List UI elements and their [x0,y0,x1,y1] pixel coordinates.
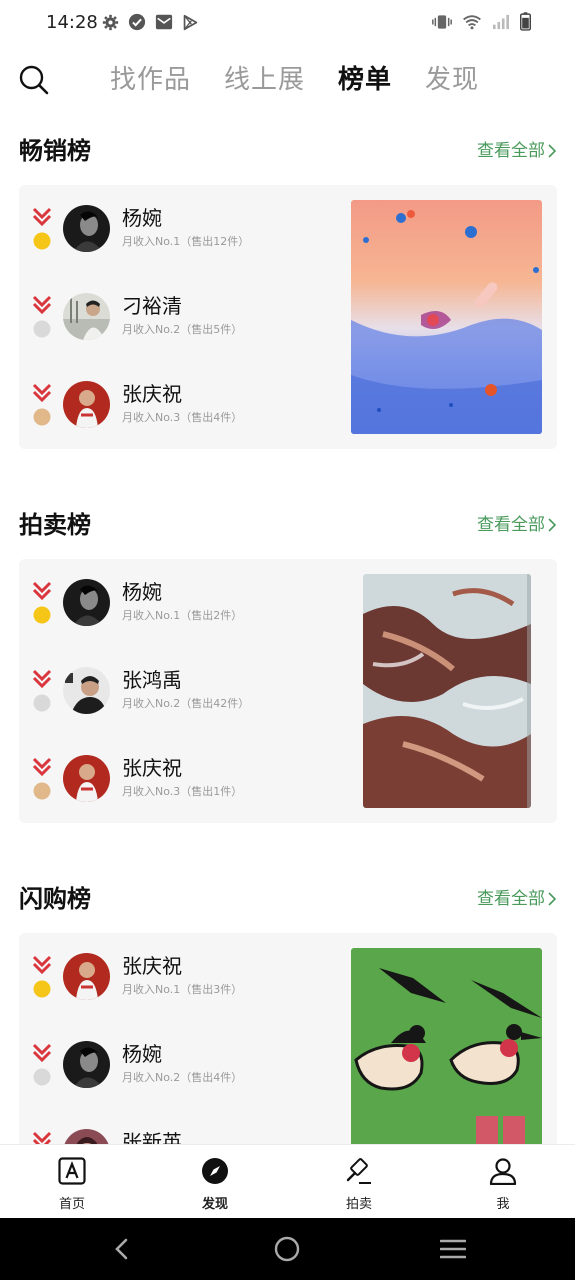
menu-icon[interactable] [440,1237,466,1261]
search-icon[interactable] [18,64,50,96]
artist-name: 刁裕清 [122,294,182,318]
tab-bar: 找作品 线上展 榜单 发现 [110,60,479,100]
section-title: 闪购榜 [19,885,91,913]
view-all-link[interactable]: 查看全部 [477,886,557,912]
section-title: 畅销榜 [19,137,91,165]
rank-row[interactable]: 张鸿禹 月收入No.2（售出42件） [19,663,349,719]
ranking-card[interactable]: 杨婉 月收入No.1（售出12件） 刁裕清 月收入No.2（售出5件） 张庆祝 … [19,185,557,449]
chevron-right-icon [548,892,557,906]
artist-name: 杨婉 [122,580,162,604]
artist-name: 张庆祝 [122,954,182,978]
gavel-icon [346,1158,371,1184]
artist-name: 杨婉 [122,1042,162,1066]
avatar [63,953,110,1000]
artist-stats: 月收入No.1（售出3件） [122,983,243,996]
avatar [63,1129,110,1144]
bronze-medal-icon [32,757,52,800]
gold-medal-icon [32,207,52,250]
silver-medal-icon [32,669,52,712]
gold-medal-icon [32,955,52,998]
rank-row[interactable]: 杨婉 月收入No.1（售出2件） [19,575,349,631]
home-a-icon [58,1157,86,1185]
gear-icon [102,14,119,30]
compass-icon [202,1158,228,1184]
mail-icon [155,14,173,30]
artist-name: 杨婉 [122,206,162,230]
tab-discover[interactable]: 发现 [425,60,479,100]
avatar [63,667,110,714]
system-navigation-bar [0,1218,575,1280]
artist-stats: 月收入No.2（售出4件） [122,1071,243,1084]
play-store-icon [183,14,198,30]
check-circle-icon [128,13,146,31]
silver-medal-icon [32,295,52,338]
artist-name: 张新英 [122,1130,182,1144]
view-all-link[interactable]: 查看全部 [477,512,557,538]
view-all-label: 查看全部 [477,889,545,909]
bottom-tab-me[interactable]: 我 [463,1145,543,1219]
rankings-list: 畅销榜 查看全部 杨婉 月收入No.1（售出12件） 刁裕清 月收入No.2（售… [0,110,575,1144]
battery-icon [520,12,531,31]
avatar [63,293,110,340]
bottom-tab-label: 拍卖 [345,1197,372,1212]
bottom-tab-bar: 首页 发现 拍卖 我 [0,1144,575,1219]
back-icon[interactable] [110,1237,134,1261]
artist-stats: 月收入No.3（售出1件） [122,785,243,798]
status-bar: 14:28 [0,0,575,48]
rank-row[interactable]: 张新英 [19,1125,349,1144]
artist-stats: 月收入No.2（售出5件） [122,323,243,336]
tab-find-works[interactable]: 找作品 [110,60,191,100]
avatar [63,1041,110,1088]
bottom-tab-auction[interactable]: 拍卖 [319,1145,399,1219]
home-circle-icon[interactable] [274,1236,300,1262]
user-icon [489,1158,517,1185]
artist-stats: 月收入No.2（售出42件） [122,697,250,710]
artist-name: 张鸿禹 [122,668,182,692]
avatar [63,381,110,428]
rank-row[interactable]: 张庆祝 月收入No.1（售出3件） [19,949,349,1005]
ranking-card[interactable]: 杨婉 月收入No.1（售出2件） 张鸿禹 月收入No.2（售出42件） 张庆祝 … [19,559,557,823]
status-notification-icons [102,13,199,31]
artist-stats: 月收入No.3（售出4件） [122,411,243,424]
chevron-right-icon [548,144,557,158]
rank-row[interactable]: 张庆祝 月收入No.3（售出4件） [19,377,349,433]
signal-icon [493,14,509,29]
tab-online-exhibition[interactable]: 线上展 [224,60,305,100]
rank-row[interactable]: 杨婉 月收入No.1（售出12件） [19,201,349,257]
bottom-tab-discover[interactable]: 发现 [175,1145,255,1219]
view-all-label: 查看全部 [477,141,545,161]
ranking-card[interactable]: 张庆祝 月收入No.1（售出3件） 杨婉 月收入No.2（售出4件） 张新英 [19,933,557,1144]
bronze-medal-icon [32,1131,52,1144]
gold-medal-icon [32,581,52,624]
bottom-tab-label: 首页 [58,1197,85,1212]
status-system-icons [432,12,531,31]
bottom-tab-label: 我 [496,1197,510,1212]
bottom-tab-home[interactable]: 首页 [32,1145,112,1219]
bottom-tab-label: 发现 [201,1197,228,1212]
artist-name: 张庆祝 [122,756,182,780]
rank-row[interactable]: 刁裕清 月收入No.2（售出5件） [19,289,349,345]
wifi-icon [463,14,481,29]
avatar [63,205,110,252]
artist-stats: 月收入No.1（售出2件） [122,609,243,622]
rank-row[interactable]: 张庆祝 月收入No.3（售出1件） [19,751,349,807]
silver-medal-icon [32,1043,52,1086]
view-all-label: 查看全部 [477,515,545,535]
chevron-right-icon [548,518,557,532]
view-all-link[interactable]: 查看全部 [477,138,557,164]
artist-stats: 月收入No.1（售出12件） [122,235,250,248]
avatar [63,755,110,802]
top-nav: 找作品 线上展 榜单 发现 [0,54,575,110]
tab-rankings[interactable]: 榜单 [338,60,392,100]
bronze-medal-icon [32,383,52,426]
rank-row[interactable]: 杨婉 月收入No.2（售出4件） [19,1037,349,1093]
section-title: 拍卖榜 [19,511,91,539]
featured-artwork-image[interactable] [363,574,531,808]
status-time: 14:28 [46,12,98,33]
avatar [63,579,110,626]
featured-artwork-image[interactable] [351,948,542,1144]
vibrate-icon [432,14,452,29]
artist-name: 张庆祝 [122,382,182,406]
featured-artwork-image[interactable] [351,200,542,434]
